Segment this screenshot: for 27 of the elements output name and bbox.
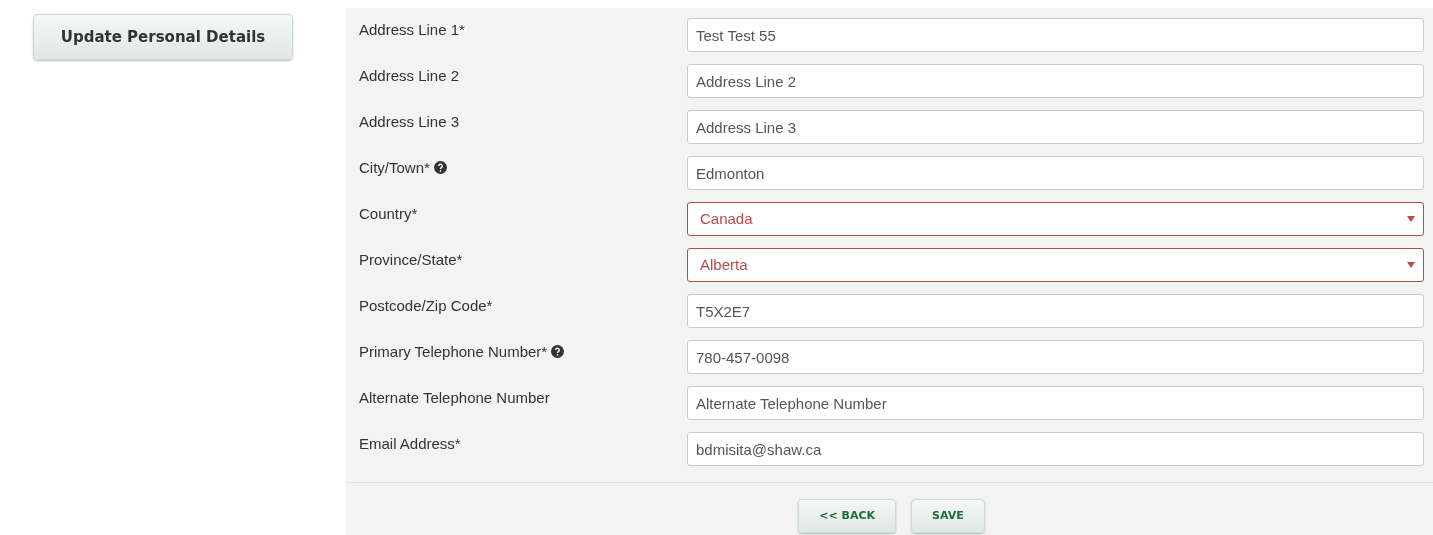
text-field[interactable]: Test Test 55: [687, 18, 1424, 52]
field-label: City/Town*: [359, 159, 430, 176]
field-label: Alternate Telephone Number: [359, 389, 550, 406]
select-field[interactable]: Alberta: [687, 248, 1424, 282]
field-label: Address Line 1*: [359, 21, 465, 38]
dropdown-caret-icon: [1407, 216, 1415, 222]
text-field[interactable]: T5X2E7: [687, 294, 1424, 328]
field-label: Province/State*: [359, 251, 463, 268]
text-field[interactable]: Edmonton: [687, 156, 1424, 190]
text-field[interactable]: Alternate Telephone Number: [687, 386, 1424, 420]
select-field[interactable]: Canada: [687, 202, 1424, 236]
back-button[interactable]: << BACK: [798, 499, 896, 533]
save-button[interactable]: SAVE: [911, 499, 985, 533]
field-label: Email Address*: [359, 435, 461, 452]
text-field[interactable]: Address Line 2: [687, 64, 1424, 98]
help-icon: [433, 161, 447, 174]
field-label: Address Line 3: [359, 113, 460, 130]
field-label: Primary Telephone Number*: [359, 343, 548, 360]
field-label: Address Line 2: [359, 67, 460, 84]
text-field[interactable]: 780-457-0098: [687, 340, 1424, 374]
field-label: Country*: [359, 205, 418, 222]
help-icon: [551, 345, 565, 358]
text-field[interactable]: Address Line 3: [687, 110, 1424, 144]
update-personal-details-button[interactable]: Update Personal Details: [33, 14, 293, 60]
field-label: Postcode/Zip Code*: [359, 297, 493, 314]
dropdown-caret-icon: [1407, 262, 1415, 268]
text-field[interactable]: bdmisita@shaw.ca: [687, 432, 1424, 466]
